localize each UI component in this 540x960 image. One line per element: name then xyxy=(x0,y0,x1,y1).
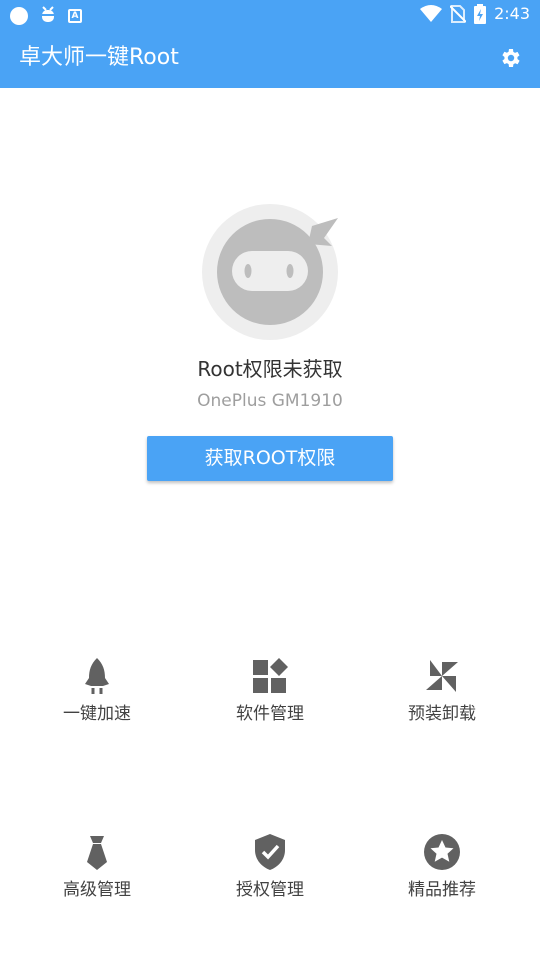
rocket-icon xyxy=(85,658,109,694)
tool-label: 软件管理 xyxy=(236,704,304,724)
root-status-title: Root权限未获取 xyxy=(197,357,343,381)
pinwheel-icon xyxy=(426,660,458,692)
device-model: OnePlus GM1910 xyxy=(197,391,343,411)
wifi-icon xyxy=(420,5,443,22)
battery-icon xyxy=(474,4,487,24)
no-sim-icon xyxy=(450,5,467,23)
circle-icon xyxy=(10,7,28,25)
tool-uninstall-preinstalled[interactable]: 预装卸载 xyxy=(352,656,532,766)
a-notification-icon: A xyxy=(68,9,82,23)
apps-icon xyxy=(253,658,288,693)
gear-icon[interactable] xyxy=(498,46,522,70)
tool-apps[interactable]: 软件管理 xyxy=(180,656,360,766)
tool-label: 高级管理 xyxy=(63,880,131,900)
tool-label: 授权管理 xyxy=(236,880,304,900)
tool-boost[interactable]: 一键加速 xyxy=(7,656,187,766)
app-bar: 卓大师一键Root xyxy=(0,28,540,88)
app-title: 卓大师一键Root xyxy=(19,45,179,70)
bug-icon xyxy=(38,4,58,28)
tool-recommend[interactable]: 精品推荐 xyxy=(352,832,532,942)
tool-label: 预装卸载 xyxy=(408,704,476,724)
star-badge-icon xyxy=(424,834,460,870)
get-root-button[interactable]: 获取ROOT权限 xyxy=(147,436,393,481)
ninja-icon xyxy=(202,204,338,340)
tie-icon xyxy=(87,836,107,870)
tool-label: 精品推荐 xyxy=(408,880,476,900)
tool-label: 一键加速 xyxy=(63,704,131,724)
tool-advanced[interactable]: 高级管理 xyxy=(7,832,187,942)
status-time: 2:43 xyxy=(494,4,530,23)
status-bar: A 2:43 xyxy=(0,0,540,28)
tool-permissions[interactable]: 授权管理 xyxy=(180,832,360,942)
shield-check-icon xyxy=(255,834,285,870)
